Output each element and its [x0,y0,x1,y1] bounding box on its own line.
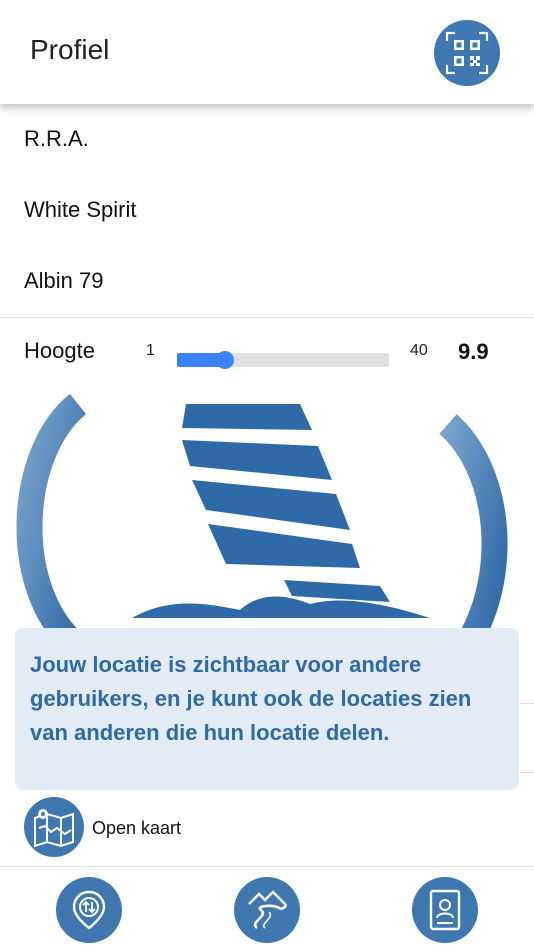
field-value: Albin 79 [24,268,104,293]
open-map-button[interactable]: Open kaart [0,794,534,866]
profile-card-icon [429,889,461,931]
height-slider-row: Hoogte 1 40 9.9 [0,318,534,390]
slider-max-label: 40 [410,342,428,359]
field-value: R.R.A. [24,126,89,151]
profile-field-name[interactable]: R.R.A. [0,104,534,176]
nav-profile[interactable] [412,877,478,943]
open-map-label: Open kaart [92,818,182,838]
map-icon [34,809,74,848]
app-header: Profiel [0,0,534,104]
tooltip-text: Jouw locatie is zichtbaar voor andere ge… [30,652,472,745]
location-share-icon [72,890,106,930]
nav-route[interactable] [234,877,300,943]
profile-field-boat-name[interactable]: White Spirit [0,175,534,247]
row-divider [520,703,534,704]
bottom-navigation [0,866,534,951]
page-title: Profiel [30,34,110,65]
location-sharing-tooltip: Jouw locatie is zichtbaar voor andere ge… [15,628,519,790]
sailboat-logo [0,390,534,650]
slider-value: 9.9 [458,339,489,364]
nav-location-share[interactable] [56,877,122,943]
field-value: White Spirit [24,197,137,222]
height-label: Hoogte [24,338,95,363]
slider-min-label: 1 [146,342,155,359]
route-icon [248,890,287,930]
profile-field-boat-type[interactable]: Albin 79 [0,246,534,318]
qr-scan-button[interactable] [434,20,500,86]
map-icon-circle [24,797,84,857]
height-slider[interactable] [177,351,389,369]
slider-thumb[interactable] [216,351,235,369]
qr-code-scan-icon [445,31,489,75]
row-divider [520,772,534,773]
